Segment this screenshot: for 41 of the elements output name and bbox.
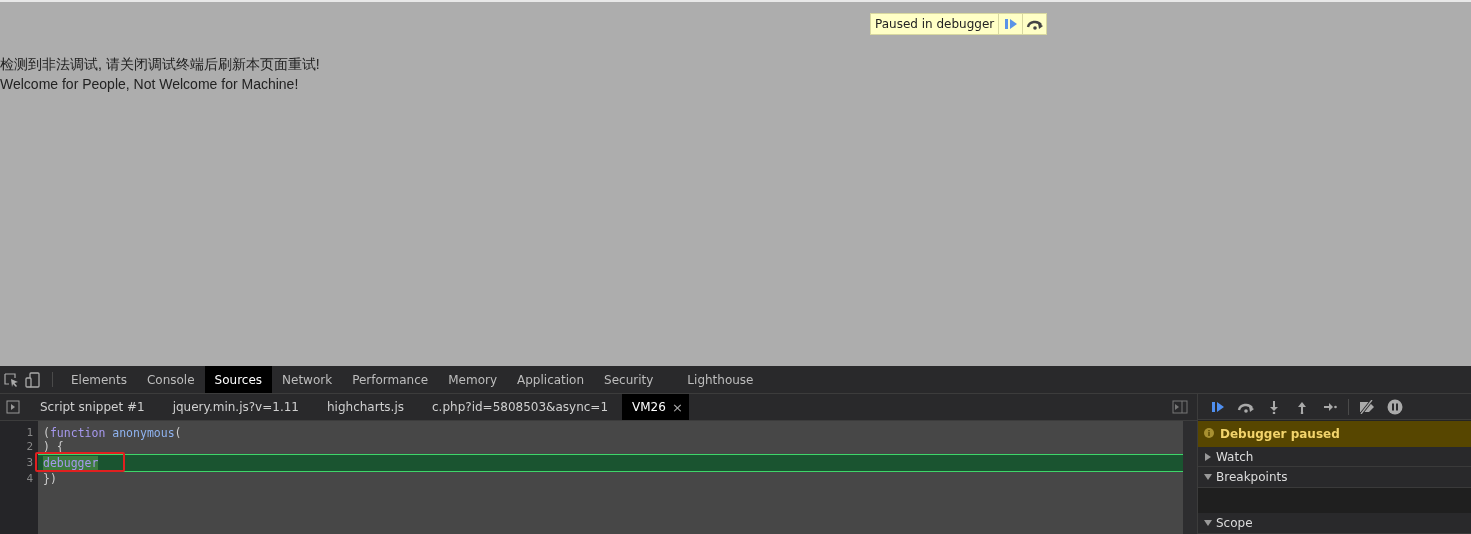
arrow-right-icon <box>1323 401 1337 412</box>
panel-toggle-icon <box>1172 400 1188 414</box>
page-message: 检测到非法调试, 请关闭调试终端后刷新本页面重试! <box>0 55 321 74</box>
pane-header[interactable]: Watch <box>1198 446 1471 468</box>
resume-icon <box>1211 400 1225 413</box>
banner-text: Paused in debugger <box>874 16 996 33</box>
cursor-icon <box>3 371 19 388</box>
page-message: Welcome for People, Not Welcome for Machine! <box>0 75 300 94</box>
breakpoint-off-icon <box>1358 399 1376 414</box>
panel-tab[interactable]: Memory <box>438 366 507 393</box>
line-number: 4 <box>25 472 34 486</box>
status-text: Debugger paused <box>1220 427 1340 442</box>
code-line: }) <box>42 472 58 486</box>
resume-icon <box>1003 18 1018 30</box>
file-tab[interactable]: highcharts.js <box>313 394 418 420</box>
pane-header[interactable]: Scope <box>1198 513 1471 534</box>
close-icon[interactable]: × <box>671 399 683 415</box>
panel-tab[interactable]: Security <box>594 366 664 393</box>
panel-tab[interactable]: Lighthouse <box>663 366 764 393</box>
file-tab[interactable]: jquery.min.js?v=1.11 <box>158 394 313 420</box>
panel-tab[interactable]: Application <box>507 366 595 393</box>
scrollbar[interactable] <box>1183 421 1197 534</box>
device-icon <box>25 371 41 388</box>
file-tab[interactable]: c.php?id=5808503&async=1 <box>418 394 623 420</box>
line-number: 3 <box>25 455 34 471</box>
panel-tab[interactable]: Elements <box>61 366 137 393</box>
panel-tab[interactable]: Performance <box>342 366 439 393</box>
file-tab[interactable]: Script snippet #1 <box>26 394 159 420</box>
pause-icon <box>1387 398 1403 415</box>
line-number: 1 <box>25 426 34 440</box>
step-over-icon <box>1025 18 1044 30</box>
code-line: (function anonymous( <box>42 426 183 440</box>
info-icon <box>1204 428 1214 439</box>
arrow-down-icon <box>1269 399 1279 414</box>
panel-tab[interactable]: Sources <box>204 366 273 393</box>
line-number: 2 <box>25 440 34 454</box>
file-tab[interactable]: VM26 × <box>622 394 689 420</box>
panel-tab[interactable]: Network <box>272 366 343 393</box>
panel-toggle-icon <box>6 400 20 414</box>
pane-header[interactable]: Breakpoints <box>1198 467 1471 488</box>
panel-tab[interactable]: Console <box>136 366 205 393</box>
